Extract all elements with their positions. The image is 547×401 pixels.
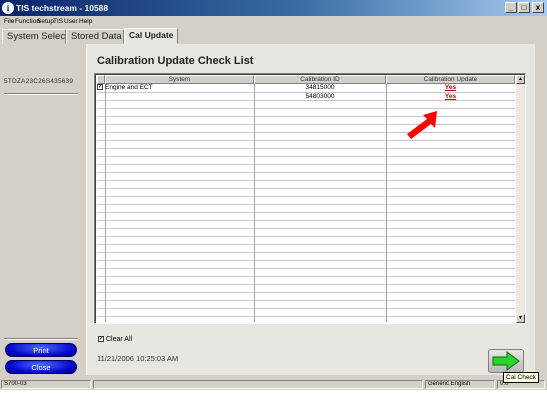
system-cell: Engine and ECT: [105, 84, 153, 91]
arrow-icon: [407, 111, 437, 139]
maximize-button[interactable]: □: [518, 2, 530, 13]
row-divider: [97, 244, 515, 245]
row-divider: [97, 124, 515, 125]
row-divider: [97, 140, 515, 141]
sidebar: 5TDZA23C26S435639 Print Close: [0, 44, 86, 375]
menu-user[interactable]: User: [64, 16, 78, 27]
row-divider: [97, 236, 515, 237]
close-button[interactable]: Close: [5, 360, 77, 374]
timestamp: 11/21/2006 10:25:03 AM: [97, 354, 179, 363]
column-divider: [254, 84, 255, 322]
green-arrow-icon: [492, 351, 520, 371]
sidebar-divider: [4, 93, 78, 95]
tab-stored-data[interactable]: Stored Data: [66, 29, 124, 44]
status-code: S700-03: [1, 380, 91, 389]
row-divider: [97, 220, 515, 221]
row-divider: [97, 148, 515, 149]
page-margin: [0, 390, 547, 401]
table-row[interactable]: ✓ Engine and ECT: [97, 84, 153, 92]
row-divider: [97, 204, 515, 205]
tab-system-select[interactable]: System Select: [2, 29, 68, 44]
menu-tis[interactable]: TIS: [53, 16, 63, 27]
row-divider: [97, 212, 515, 213]
page-title: Calibration Update Check List: [97, 55, 254, 67]
header-calibration-id: Calibration ID: [254, 75, 386, 84]
row-divider: [97, 276, 515, 277]
clear-all-label: Clear All: [106, 336, 133, 343]
row-divider: [97, 316, 515, 317]
clear-all-checkbox[interactable]: ✓ Clear All: [98, 336, 132, 343]
header-calibration-update: Calibration Update: [386, 75, 515, 84]
calibration-update-cell: Yes: [386, 93, 515, 101]
title-bar: i TIS techstream - 10588 _ □ x: [0, 0, 547, 16]
print-button[interactable]: Print: [5, 343, 77, 357]
row-divider: [97, 308, 515, 309]
vin-label: 5TDZA23C26S435639: [4, 78, 74, 85]
cal-update-panel: Calibration Update Check List System Cal…: [86, 44, 535, 375]
row-divider: [97, 172, 515, 173]
calibration-update-yes-link[interactable]: Yes: [445, 93, 456, 100]
tab-cal-update[interactable]: Cal Update: [124, 28, 178, 44]
row-divider: [97, 108, 515, 109]
row-divider: [97, 268, 515, 269]
row-divider: [97, 260, 515, 261]
scroll-down-button[interactable]: ▼: [516, 314, 525, 323]
row-divider: [97, 188, 515, 189]
application-window: i TIS techstream - 10588 _ □ x File Func…: [0, 0, 547, 401]
status-language: Generic English: [425, 380, 495, 389]
row-divider: [97, 196, 515, 197]
row-divider: [97, 156, 515, 157]
table-header: System Calibration ID Calibration Update: [97, 75, 515, 84]
cal-check-button[interactable]: [488, 349, 524, 373]
calibration-id-cell: 34815000: [305, 84, 335, 91]
menu-setup[interactable]: Setup: [37, 16, 54, 27]
info-icon: i: [2, 2, 14, 14]
calibration-update-cell: Yes: [386, 84, 515, 92]
column-divider: [386, 84, 387, 322]
close-window-button[interactable]: x: [532, 2, 544, 13]
status-pane: [93, 380, 423, 389]
header-check-column: [97, 75, 105, 84]
scroll-up-button[interactable]: ▲: [516, 75, 525, 84]
right-border: [535, 44, 547, 375]
row-divider: [97, 228, 515, 229]
row-divider: [97, 164, 515, 165]
table-scrollbar[interactable]: ▲ ▼: [516, 75, 525, 323]
row-divider: [97, 132, 515, 133]
row-checkbox[interactable]: ✓: [97, 84, 103, 91]
clear-all-check-box[interactable]: ✓: [98, 336, 104, 343]
menu-file[interactable]: File: [4, 16, 14, 27]
calibration-id-cell: 54803000: [305, 93, 335, 100]
row-divider: [97, 300, 515, 301]
row-divider: [97, 252, 515, 253]
column-divider: [105, 84, 106, 322]
row-divider: [97, 180, 515, 181]
row-divider: [97, 292, 515, 293]
tab-bar: System Select Stored Data Cal Update: [0, 27, 547, 44]
window-title: TIS techstream - 10588: [16, 3, 109, 13]
sidebar-divider-bottom: [4, 338, 78, 340]
calibration-update-yes-link[interactable]: Yes: [445, 84, 456, 91]
minimize-button[interactable]: _: [505, 2, 517, 13]
menu-help[interactable]: Help: [79, 16, 92, 27]
header-system: System: [105, 75, 254, 84]
calibration-table: System Calibration ID Calibration Update…: [94, 73, 526, 324]
red-arrow-annotation: [407, 111, 437, 139]
row-divider: [97, 116, 515, 117]
menu-bar: File Function Setup TIS User Help: [0, 16, 547, 27]
cal-check-tooltip: Cal Check: [503, 372, 539, 383]
row-divider: [97, 284, 515, 285]
